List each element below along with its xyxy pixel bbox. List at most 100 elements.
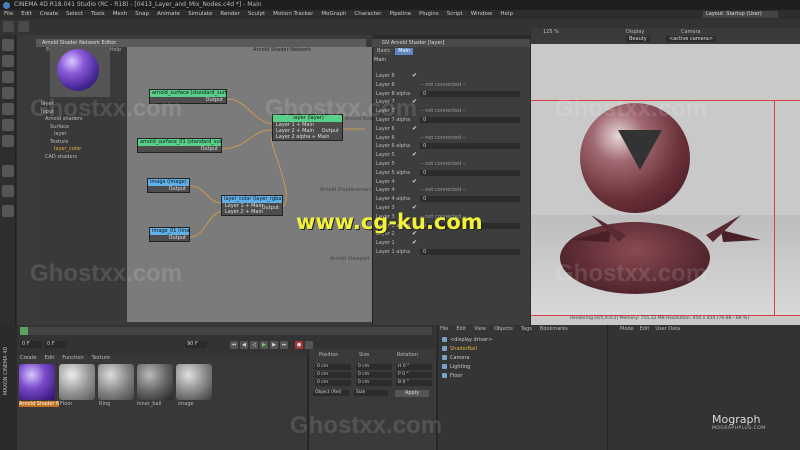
material-thumb-floor[interactable] (59, 364, 95, 400)
menu-item[interactable]: Script (447, 10, 463, 19)
record-icon[interactable]: ● (295, 341, 303, 349)
object-menu-item[interactable]: View (474, 326, 486, 333)
menu-item[interactable]: Plugins (419, 10, 439, 19)
object-menu-item[interactable]: Edit (456, 326, 466, 333)
object-menu-item[interactable]: Tags (521, 326, 532, 333)
numeric-field[interactable]: 0 (420, 143, 520, 150)
display-select[interactable]: Beauty (626, 36, 650, 42)
checkbox-icon[interactable]: ✔ (412, 125, 417, 133)
object-menu-item[interactable]: File (440, 326, 448, 333)
coord-size-y[interactable]: 0 cm (356, 372, 392, 378)
tree-item[interactable]: Texture (50, 139, 68, 145)
goto-end-icon[interactable]: ⏭ (280, 341, 288, 349)
menu-item[interactable]: Mesh (113, 10, 127, 19)
coord-mode-select[interactable]: Object (Rel) (313, 390, 349, 396)
link-value[interactable]: -- not connected -- (420, 160, 466, 168)
menu-item[interactable]: Render (220, 10, 240, 19)
snap-icon[interactable] (2, 165, 14, 177)
menu-item[interactable]: Tools (91, 10, 105, 19)
menu-item[interactable]: Snap (135, 10, 149, 19)
zoom-label[interactable]: 125 % (543, 29, 559, 35)
node-image[interactable]: image (image) Output (147, 178, 190, 193)
polygons-mode-icon[interactable] (2, 135, 14, 147)
layout-select[interactable]: Layout: Startup (User) (703, 11, 778, 18)
node-output[interactable]: Output (148, 186, 189, 192)
numeric-field[interactable]: 0 (420, 90, 520, 97)
node-output[interactable]: Output (259, 205, 282, 211)
material-menu-item[interactable]: Texture (92, 355, 110, 362)
node-output[interactable]: Output (150, 235, 189, 241)
material-thumb-image[interactable] (176, 364, 212, 400)
tree-item[interactable]: layer_color (54, 146, 81, 152)
menu-item[interactable]: Create (40, 10, 58, 19)
undo-icon[interactable] (3, 21, 14, 32)
attribute-menu-item[interactable]: Mode (620, 326, 634, 333)
link-value[interactable]: -- not connected -- (420, 134, 466, 142)
frame-start[interactable]: 0 F (20, 341, 42, 348)
node-image-01[interactable]: image_01 (image) Output (149, 227, 190, 242)
object-menu-item[interactable]: Objects (494, 326, 513, 333)
material-thumb-inner-ball[interactable] (137, 364, 173, 400)
material-menu-item[interactable]: Edit (45, 355, 55, 362)
node-layer-color[interactable]: layer_color (layer_rgba) Layer 1 + Main … (221, 195, 283, 216)
link-value[interactable]: -- not connected -- (420, 81, 466, 89)
object-row[interactable]: <display driver> (442, 336, 542, 344)
checkbox-icon[interactable]: ✔ (412, 72, 417, 80)
playhead[interactable] (20, 327, 28, 335)
menu-item[interactable]: Sculpt (248, 10, 265, 19)
tweak-icon[interactable] (2, 205, 14, 217)
attribute-menu-item[interactable]: Edit (640, 326, 650, 333)
node-output[interactable]: Output (319, 128, 342, 134)
workplane-icon[interactable] (2, 87, 14, 99)
apply-button[interactable]: Apply (395, 390, 429, 397)
object-menu-item[interactable]: Bookmarks (540, 326, 568, 333)
play-back-icon[interactable]: ◁ (250, 341, 258, 349)
redo-icon[interactable] (18, 21, 29, 32)
tree-item[interactable]: layer (54, 131, 67, 137)
points-mode-icon[interactable] (2, 103, 14, 115)
link-value[interactable]: -- not connected -- (420, 107, 466, 115)
make-editable-icon[interactable] (2, 39, 14, 51)
autokey-icon[interactable] (305, 341, 313, 349)
material-menu-item[interactable]: Function (62, 355, 83, 362)
goto-start-icon[interactable]: ⏮ (230, 341, 238, 349)
coord-size-select[interactable]: Size (354, 390, 388, 396)
coord-position-y[interactable]: 0 cm (315, 372, 351, 378)
menu-item[interactable]: Window (471, 10, 493, 19)
editor-menu-item[interactable]: Help (110, 47, 121, 53)
prev-frame-icon[interactable]: ◀ (240, 341, 248, 349)
coord-size-z[interactable]: 0 cm (356, 380, 392, 386)
checkbox-icon[interactable]: ✔ (412, 239, 417, 247)
menu-item[interactable]: Help (500, 10, 513, 19)
node-input[interactable]: Layer 2 alpha + Main (273, 134, 342, 140)
menu-item[interactable]: Select (66, 10, 83, 19)
node-output[interactable]: Output (138, 146, 221, 152)
edges-mode-icon[interactable] (2, 119, 14, 131)
coord-rotation-z[interactable]: B 0 ° (396, 380, 432, 386)
play-icon[interactable]: ▶ (260, 341, 268, 349)
tab-basic[interactable]: Basic (374, 48, 394, 55)
timeline-ruler[interactable] (20, 327, 432, 335)
numeric-field[interactable]: 0 (420, 249, 520, 255)
numeric-field[interactable]: 0 (420, 169, 520, 176)
numeric-field[interactable]: 0 (420, 117, 520, 123)
menu-item[interactable]: File (4, 10, 13, 19)
link-value[interactable]: -- not connected -- (420, 186, 466, 194)
menu-item[interactable]: Edit (21, 10, 32, 19)
coord-position-x[interactable]: 0 cm (315, 364, 351, 370)
next-frame-icon[interactable]: ▶ (270, 341, 278, 349)
tree-item[interactable]: Surface (50, 124, 69, 130)
coord-rotation-y[interactable]: P 0 ° (396, 372, 432, 378)
object-row[interactable]: Camera (442, 354, 542, 362)
menu-item[interactable]: Character (354, 10, 381, 19)
camera-select[interactable]: <active camera> (666, 36, 717, 42)
coord-size-x[interactable]: 0 cm (356, 364, 392, 370)
tree-item[interactable]: CAD shaders (45, 154, 77, 160)
menu-item[interactable]: Animate (157, 10, 180, 19)
menu-item[interactable]: MoGraph (321, 10, 346, 19)
object-row[interactable]: ShaderBall (442, 345, 542, 353)
menu-item[interactable]: Pipeline (390, 10, 412, 19)
numeric-field[interactable]: 0 (420, 196, 520, 203)
frame-end[interactable]: 90 F (185, 341, 207, 348)
texture-mode-icon[interactable] (2, 71, 14, 83)
